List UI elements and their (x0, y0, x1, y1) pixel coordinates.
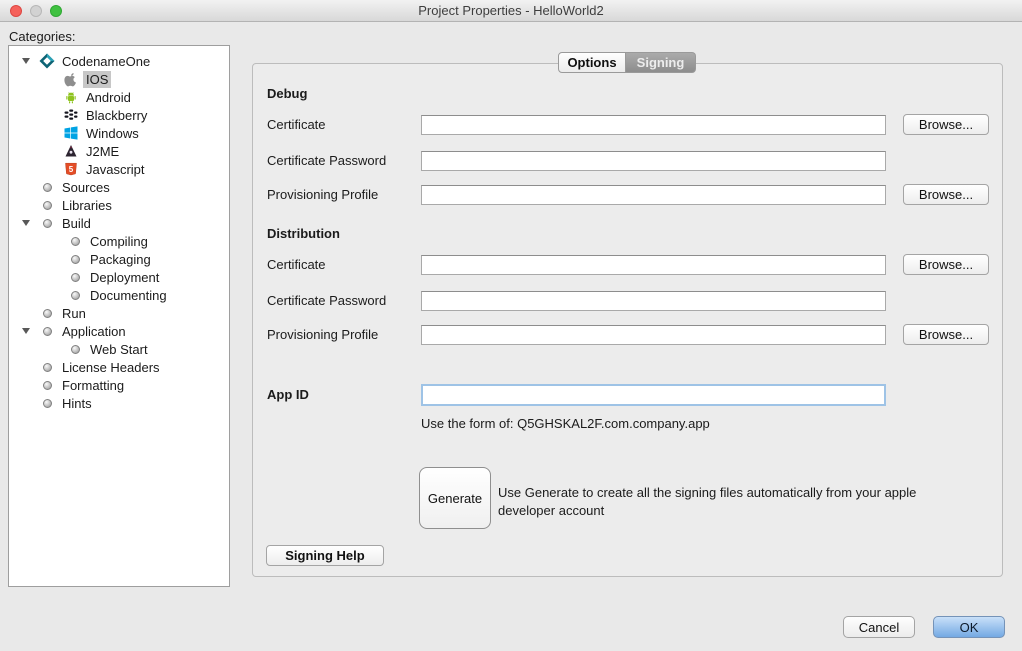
distribution-certificate-password-input[interactable] (421, 291, 886, 311)
tree-item-label: Sources (59, 179, 113, 196)
sphere-icon (35, 327, 59, 336)
ok-button[interactable]: OK (933, 616, 1005, 638)
tree-item-windows[interactable]: Windows (9, 124, 229, 142)
sphere-icon (63, 237, 87, 246)
debug-provisioning-profile-input[interactable] (421, 185, 886, 205)
tree-item-build[interactable]: Build (9, 214, 229, 232)
tree-item-label: Javascript (83, 161, 148, 178)
distribution-section-header: Distribution (267, 226, 340, 241)
options-signing-tabs: Options Signing (558, 52, 696, 73)
tree-item-libraries[interactable]: Libraries (9, 196, 229, 214)
debug-certificate-browse-button[interactable]: Browse... (903, 114, 989, 135)
debug-provisioning-profile-browse-button[interactable]: Browse... (903, 184, 989, 205)
tree-item-label: CodenameOne (59, 53, 153, 70)
app-id-input[interactable] (421, 384, 886, 406)
generate-description: Use Generate to create all the signing f… (498, 484, 976, 520)
app-id-hint: Use the form of: Q5GHSKAL2F.com.company.… (421, 416, 710, 431)
distribution-certificate-label: Certificate (267, 255, 326, 275)
debug-certificate-password-label: Certificate Password (267, 151, 386, 171)
codenameone-icon (35, 52, 59, 70)
tree-item-deployment[interactable]: Deployment (9, 268, 229, 286)
categories-label: Categories: (9, 29, 75, 44)
tree-item-label: Run (59, 305, 89, 322)
tab-signing[interactable]: Signing (626, 52, 696, 73)
tree-item-label: Packaging (87, 251, 154, 268)
tree-item-android[interactable]: Android (9, 88, 229, 106)
tree-item-run[interactable]: Run (9, 304, 229, 322)
tree-item-license-headers[interactable]: License Headers (9, 358, 229, 376)
android-icon (59, 90, 83, 104)
sphere-icon (35, 363, 59, 372)
debug-certificate-password-input[interactable] (421, 151, 886, 171)
sphere-icon (63, 273, 87, 282)
tree-item-label: License Headers (59, 359, 163, 376)
expander-icon[interactable] (17, 58, 35, 64)
tree-item-label: Libraries (59, 197, 115, 214)
sphere-icon (35, 399, 59, 408)
tree-item-web-start[interactable]: Web Start (9, 340, 229, 358)
tree-item-label: Blackberry (83, 107, 150, 124)
tree-item-label: Windows (83, 125, 142, 142)
apple-icon (59, 72, 83, 87)
expander-icon[interactable] (17, 328, 35, 334)
tree-item-codenameone[interactable]: CodenameOne (9, 52, 229, 70)
tree-item-label: Build (59, 215, 94, 232)
cancel-button[interactable]: Cancel (843, 616, 915, 638)
j2me-icon (59, 144, 83, 158)
sphere-icon (63, 291, 87, 300)
sphere-icon (63, 345, 87, 354)
debug-certificate-input[interactable] (421, 115, 886, 135)
project-properties-window: Project Properties - HelloWorld2 Categor… (0, 0, 1022, 651)
sphere-icon (35, 219, 59, 228)
tree-item-documenting[interactable]: Documenting (9, 286, 229, 304)
tree-item-ios[interactable]: IOS (9, 70, 229, 88)
tree-item-label: IOS (83, 71, 111, 88)
sphere-icon (35, 381, 59, 390)
tree-item-sources[interactable]: Sources (9, 178, 229, 196)
sphere-icon (35, 201, 59, 210)
sphere-icon (63, 255, 87, 264)
tree-item-label: Formatting (59, 377, 127, 394)
distribution-certificate-input[interactable] (421, 255, 886, 275)
tree-item-label: J2ME (83, 143, 122, 160)
tree-item-label: Documenting (87, 287, 170, 304)
tree-item-application[interactable]: Application (9, 322, 229, 340)
tree-item-j2me[interactable]: J2ME (9, 142, 229, 160)
signing-help-button[interactable]: Signing Help (266, 545, 384, 566)
expander-icon[interactable] (17, 220, 35, 226)
distribution-certificate-browse-button[interactable]: Browse... (903, 254, 989, 275)
signing-panel: Debug Certificate Browse... Certificate … (252, 63, 1003, 577)
tree-item-hints[interactable]: Hints (9, 394, 229, 412)
distribution-provisioning-profile-label: Provisioning Profile (267, 325, 378, 345)
html5-icon: 5 (59, 162, 83, 176)
title-bar: Project Properties - HelloWorld2 (0, 0, 1022, 22)
distribution-provisioning-profile-input[interactable] (421, 325, 886, 345)
tree-item-blackberry[interactable]: Blackberry (9, 106, 229, 124)
tree-item-label: Hints (59, 395, 95, 412)
categories-tree: CodenameOne IOS Android Blackberry Windo (8, 45, 230, 587)
tree-item-label: Deployment (87, 269, 162, 286)
sphere-icon (35, 309, 59, 318)
debug-section-header: Debug (267, 86, 307, 101)
windows-icon (59, 126, 83, 140)
window-title: Project Properties - HelloWorld2 (0, 3, 1022, 18)
tree-item-javascript[interactable]: 5 Javascript (9, 160, 229, 178)
generate-button[interactable]: Generate (419, 467, 491, 529)
distribution-provisioning-profile-browse-button[interactable]: Browse... (903, 324, 989, 345)
svg-text:5: 5 (69, 165, 74, 174)
tree-item-label: Compiling (87, 233, 151, 250)
distribution-certificate-password-label: Certificate Password (267, 291, 386, 311)
tree-item-label: Web Start (87, 341, 151, 358)
blackberry-icon (59, 108, 83, 122)
debug-provisioning-profile-label: Provisioning Profile (267, 185, 378, 205)
tab-options[interactable]: Options (558, 52, 626, 73)
tree-item-compiling[interactable]: Compiling (9, 232, 229, 250)
sphere-icon (35, 183, 59, 192)
tree-item-label: Application (59, 323, 129, 340)
app-id-label: App ID (267, 385, 309, 405)
tree-item-formatting[interactable]: Formatting (9, 376, 229, 394)
debug-certificate-label: Certificate (267, 115, 326, 135)
tree-item-label: Android (83, 89, 134, 106)
tree-item-packaging[interactable]: Packaging (9, 250, 229, 268)
